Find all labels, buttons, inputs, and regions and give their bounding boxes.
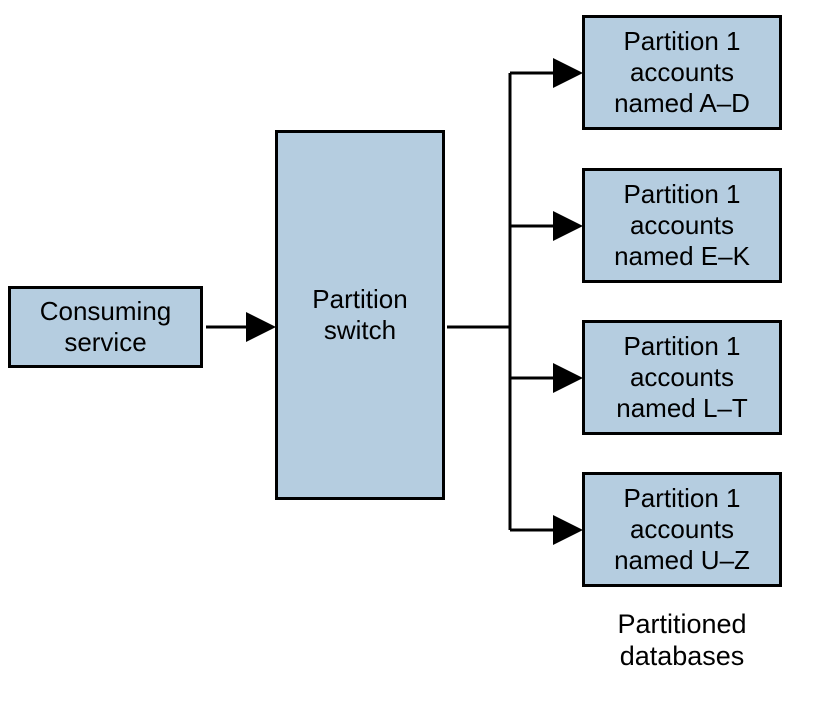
caption-text: Partitioneddatabases	[617, 609, 746, 671]
partition-switch-label: Partitionswitch	[312, 284, 407, 346]
partition-3-label: Partition 1accountsnamed L–T	[616, 331, 748, 425]
partition-diagram: Consumingservice Partitionswitch Partiti…	[0, 0, 814, 710]
partition-1-box: Partition 1accountsnamed A–D	[582, 15, 782, 130]
partition-2-label: Partition 1accountsnamed E–K	[614, 179, 750, 273]
partition-4-box: Partition 1accountsnamed U–Z	[582, 472, 782, 587]
partition-2-box: Partition 1accountsnamed E–K	[582, 168, 782, 283]
partition-1-label: Partition 1accountsnamed A–D	[614, 26, 750, 120]
partitioned-databases-caption: Partitioneddatabases	[582, 608, 782, 673]
partition-3-box: Partition 1accountsnamed L–T	[582, 320, 782, 435]
partition-switch-box: Partitionswitch	[275, 130, 445, 500]
partition-4-label: Partition 1accountsnamed U–Z	[614, 483, 750, 577]
consuming-service-box: Consumingservice	[8, 286, 203, 368]
consuming-service-label: Consumingservice	[40, 296, 172, 358]
